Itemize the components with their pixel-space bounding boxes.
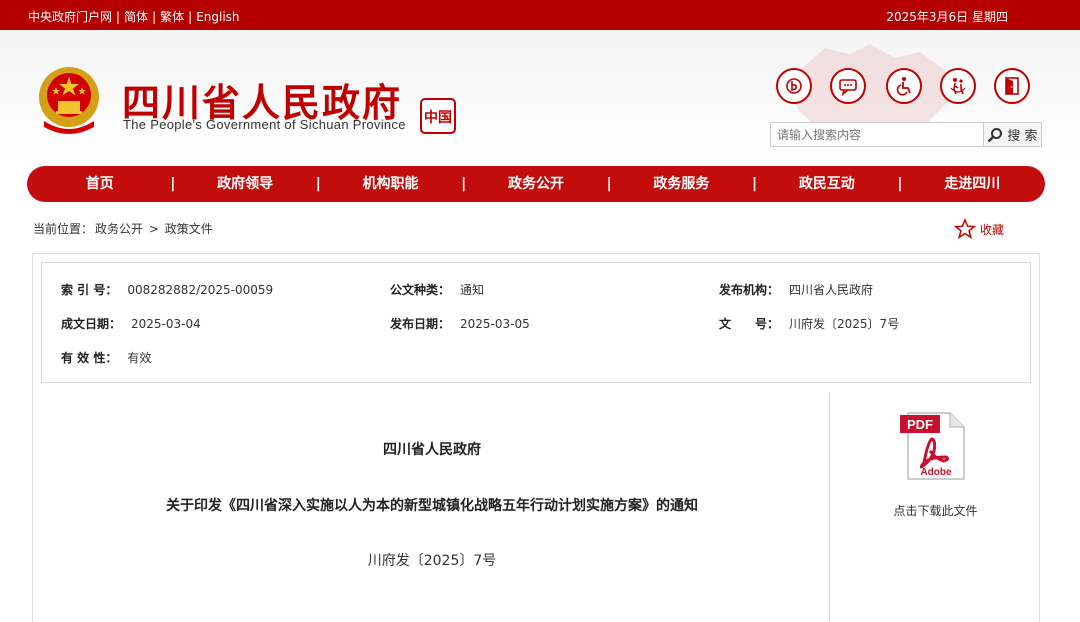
meta-publisher: 发布机构： 四川省人民政府: [719, 281, 873, 298]
meta-created: 成文日期： 2025-03-04: [61, 315, 201, 332]
search-button-label: 搜 索: [1007, 129, 1038, 144]
meta-published: 发布日期： 2025-03-05: [390, 315, 530, 332]
search-icon: [988, 127, 1003, 142]
national-emblem-icon: [39, 67, 99, 134]
pdf-badge-text: PDF: [907, 417, 933, 432]
meta-validity: 有 效 性： 有效: [61, 349, 151, 366]
meta-created-label: 成文日期：: [61, 317, 122, 331]
meta-index: 索 引 号： 008282882/2025-00059: [61, 281, 273, 298]
meta-published-value: 2025-03-05: [460, 317, 530, 331]
accessibility-button[interactable]: [886, 68, 922, 104]
star-icon: [954, 218, 976, 239]
meta-category-value: 通知: [460, 283, 485, 297]
breadcrumb-prefix: 当前位置：: [33, 222, 94, 236]
document-title: 关于印发《四川省深入实施以人为本的新型城镇化战略五年行动计划实施方案》的通知: [166, 498, 698, 514]
favorite-button[interactable]: 收藏: [954, 218, 1004, 240]
meta-publisher-value: 四川省人民政府: [789, 283, 874, 297]
nav-home[interactable]: 首页: [27, 166, 176, 202]
nav-services[interactable]: 政务服务: [609, 166, 757, 202]
document-body: 四川省人民政府 关于印发《四川省深入实施以人为本的新型城镇化战略五年行动计划实施…: [32, 393, 830, 622]
site-header: 四川省人民政府 The People's Government of Sichu…: [0, 30, 1080, 160]
pdf-file-icon[interactable]: PDF Adobe: [898, 411, 968, 481]
breadcrumb: 当前位置： 政务公开 > 政策文件: [33, 220, 215, 237]
nav-leaders[interactable]: 政府领导: [172, 166, 321, 202]
meta-docno-label: 文 号：: [719, 317, 780, 331]
meta-category-label: 公文种类：: [390, 283, 451, 297]
download-panel: PDF Adobe 点击下载此文件: [829, 393, 1040, 622]
meta-created-value: 2025-03-04: [131, 317, 201, 331]
meta-category: 公文种类： 通知: [390, 281, 484, 298]
elderly-care-icon: [950, 78, 966, 95]
elderly-care-button[interactable]: [940, 68, 976, 104]
meta-publisher-label: 发布机构：: [719, 283, 780, 297]
meta-index-value: 008282882/2025-00059: [127, 283, 274, 297]
breadcrumb-item-policy[interactable]: 政策文件: [165, 222, 213, 236]
main-nav: 首页 政府领导 机构职能 政务公开 政务服务 政民互动 走进四川: [27, 166, 1045, 202]
comment-icon: [839, 79, 857, 96]
document-meta: 索 引 号： 008282882/2025-00059 公文种类： 通知 发布机构：…: [41, 262, 1031, 383]
china-seal-icon: 中国: [420, 98, 456, 134]
site-subtitle: The People's Government of Sichuan Provi…: [123, 117, 406, 132]
top-sep: |: [188, 10, 193, 24]
seal-text: 中国: [424, 109, 452, 126]
meta-validity-value: 有效: [127, 351, 152, 365]
wechat-button[interactable]: [776, 68, 812, 104]
meta-index-label: 索 引 号：: [61, 283, 118, 297]
link-traditional[interactable]: 繁体: [160, 8, 184, 25]
current-date: 2025年3月6日 星期四: [886, 10, 1008, 24]
favorite-label: 收藏: [980, 222, 1005, 237]
search-input[interactable]: [771, 123, 983, 146]
document-number: 川府发〔2025〕7号: [367, 553, 497, 569]
nav-interaction[interactable]: 政民互动: [754, 166, 903, 202]
nav-functions[interactable]: 机构职能: [318, 166, 467, 202]
accessibility-icon: [896, 77, 911, 96]
exit-button[interactable]: [994, 68, 1030, 104]
comment-button[interactable]: [830, 68, 866, 104]
document-org: 四川省人民政府: [383, 442, 481, 458]
top-sep: |: [116, 10, 121, 24]
download-label[interactable]: 点击下载此文件: [830, 502, 1041, 519]
top-links: 中央政府门户网 | 简体 | 繁体 | English: [28, 8, 240, 25]
exit-icon: [1005, 77, 1019, 95]
search-button[interactable]: 搜 索: [983, 123, 1041, 146]
meta-docno: 文 号： 川府发〔2025〕7号: [719, 315, 899, 332]
meta-validity-label: 有 效 性：: [61, 351, 118, 365]
link-english[interactable]: English: [196, 10, 239, 24]
search-box: 搜 索: [770, 122, 1042, 147]
top-sep: |: [152, 10, 157, 24]
meta-docno-value: 川府发〔2025〕7号: [789, 317, 900, 331]
wechat-icon: [786, 78, 802, 94]
top-bar: 中央政府门户网 | 简体 | 繁体 | English 2025年3月6日 星期四: [0, 0, 1080, 30]
adobe-text: Adobe: [920, 467, 952, 478]
nav-sichuan[interactable]: 走进四川: [900, 166, 1045, 202]
breadcrumb-item-gov-affairs[interactable]: 政务公开: [95, 222, 143, 236]
link-simplified[interactable]: 简体: [124, 8, 148, 25]
nav-gov-affairs[interactable]: 政务公开: [463, 166, 612, 202]
meta-published-label: 发布日期：: [390, 317, 451, 331]
breadcrumb-separator: >: [148, 222, 159, 236]
link-central-gov[interactable]: 中央政府门户网: [28, 8, 112, 25]
